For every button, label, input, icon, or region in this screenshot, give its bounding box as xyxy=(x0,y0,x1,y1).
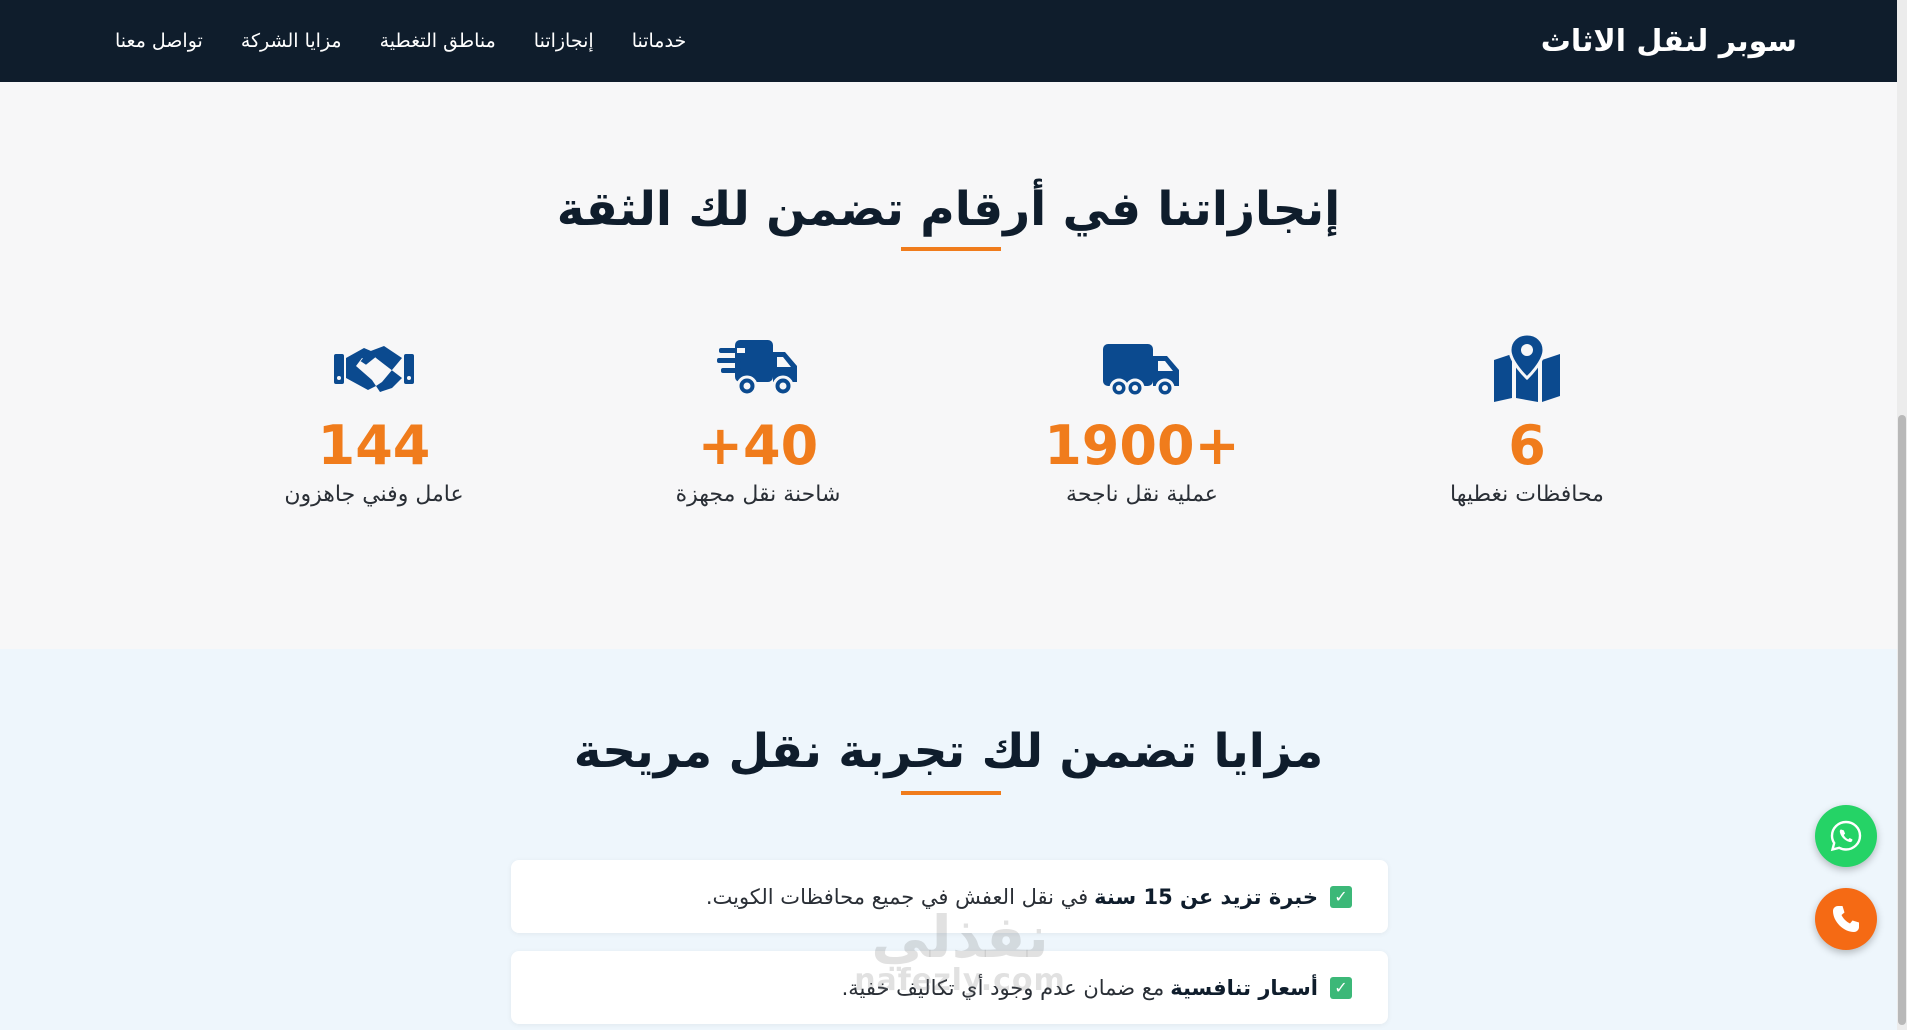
feature-highlight: أسعار تنافسية xyxy=(1170,975,1318,1000)
brand-logo[interactable]: سوبر لنقل الاثاث xyxy=(1541,24,1797,59)
nav-company-features[interactable]: مزايا الشركة xyxy=(241,30,342,52)
achievements-title-underline xyxy=(901,247,1001,251)
check-icon: ✓ xyxy=(1330,976,1352,999)
stat-workers: 144 عامل وفني جاهزون xyxy=(204,332,544,507)
phone-icon xyxy=(1833,906,1859,932)
stat-value: +40 xyxy=(697,414,819,477)
stat-label: عامل وفني جاهزون xyxy=(284,482,464,507)
stat-value: 1900+ xyxy=(1044,414,1240,477)
stat-value: 6 xyxy=(1508,414,1546,477)
truck-icon xyxy=(1103,344,1179,398)
stat-moves: 1900+ عملية نقل ناجحة xyxy=(972,332,1312,507)
stat-label: شاحنة نقل مجهزة xyxy=(675,482,841,507)
page: سوبر لنقل الاثاث خدماتنا إنجازاتنا مناطق… xyxy=(0,0,1907,1030)
nav-services[interactable]: خدماتنا xyxy=(632,30,687,52)
nav-achievements[interactable]: إنجازاتنا xyxy=(534,30,594,52)
stat-value: 144 xyxy=(317,414,431,477)
map-pin-icon xyxy=(1494,332,1560,402)
features-title-underline xyxy=(901,791,1001,795)
achievements-section: إنجازاتنا في أرقام تضمن لك الثقة 6 محافظ… xyxy=(0,82,1897,649)
scrollbar-thumb[interactable] xyxy=(1898,415,1906,1025)
main-nav: خدماتنا إنجازاتنا مناطق التغطية مزايا ال… xyxy=(115,30,686,52)
stat-trucks: +40 شاحنة نقل مجهزة xyxy=(588,332,928,507)
check-icon: ✓ xyxy=(1330,885,1352,908)
stat-governorates: 6 محافظات نغطيها xyxy=(1357,332,1697,507)
phone-call-button[interactable] xyxy=(1815,888,1877,950)
feature-card: ✓ خبرة تزيد عن 15 سنة في نقل العفش في جم… xyxy=(511,860,1388,933)
features-section: مزايا تضمن لك تجربة نقل مريحة ✓ خبرة تزي… xyxy=(0,649,1897,1030)
feature-text: مع ضمان عدم وجود أي تكاليف خفية. xyxy=(841,975,1165,1000)
site-header: سوبر لنقل الاثاث خدماتنا إنجازاتنا مناطق… xyxy=(0,0,1897,82)
feature-highlight: خبرة تزيد عن 15 سنة xyxy=(1094,884,1318,909)
feature-text: في نقل العفش في جميع محافظات الكويت. xyxy=(705,884,1089,909)
handshake-icon xyxy=(334,346,414,392)
whatsapp-button[interactable] xyxy=(1815,805,1877,867)
feature-card: ✓ أسعار تنافسية مع ضمان عدم وجود أي تكال… xyxy=(511,951,1388,1024)
page-scrollbar[interactable] xyxy=(1897,0,1907,1030)
fast-truck-icon xyxy=(717,340,797,397)
features-title: مزايا تضمن لك تجربة نقل مريحة xyxy=(573,724,1324,779)
achievements-title: إنجازاتنا في أرقام تضمن لك الثقة xyxy=(556,182,1341,237)
stat-label: محافظات نغطيها xyxy=(1450,482,1604,507)
stat-label: عملية نقل ناجحة xyxy=(1066,482,1218,507)
nav-coverage-areas[interactable]: مناطق التغطية xyxy=(380,30,496,52)
nav-contact[interactable]: تواصل معنا xyxy=(115,30,203,52)
whatsapp-icon xyxy=(1830,820,1862,852)
